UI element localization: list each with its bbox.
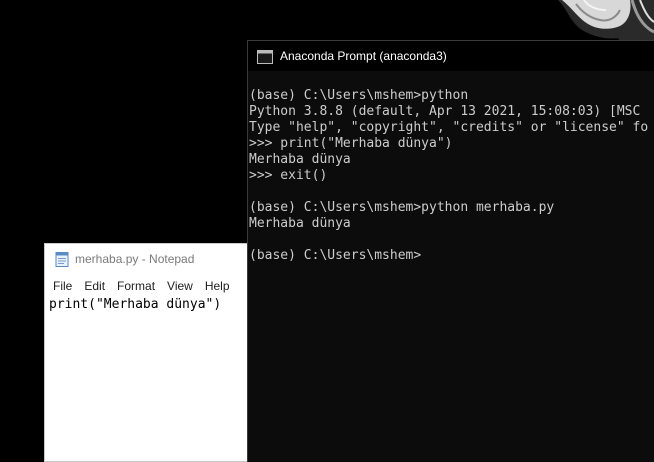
console-output[interactable]: (base) C:\Users\mshem>python Python 3.8.… <box>248 71 654 264</box>
wallpaper-art <box>558 0 654 42</box>
anaconda-prompt-window[interactable]: Anaconda Prompt (anaconda3) (base) C:\Us… <box>247 40 654 462</box>
menu-file[interactable]: File <box>47 279 78 293</box>
notepad-icon <box>55 251 69 267</box>
console-line: (base) C:\Users\mshem>python <box>249 88 469 103</box>
console-line: Merhaba dünya <box>249 216 351 231</box>
console-title: Anaconda Prompt (anaconda3) <box>280 49 447 63</box>
console-icon <box>257 49 273 64</box>
notepad-menubar: File Edit Format View Help <box>45 276 263 296</box>
menu-help[interactable]: Help <box>199 279 236 293</box>
menu-view[interactable]: View <box>161 279 199 293</box>
console-prompt-line[interactable]: (base) C:\Users\mshem> <box>249 248 654 264</box>
menu-edit[interactable]: Edit <box>78 279 111 293</box>
console-line: >>> exit() <box>249 168 328 183</box>
notepad-editor[interactable]: print("Merhaba dünya") <box>49 297 263 312</box>
console-titlebar[interactable]: Anaconda Prompt (anaconda3) <box>248 41 654 71</box>
console-line: Merhaba dünya <box>249 152 351 167</box>
console-line: Type "help", "copyright", "credits" or "… <box>249 120 649 135</box>
notepad-titlebar[interactable]: merhaba.py - Notepad <box>45 244 263 274</box>
console-line: Python 3.8.8 (default, Apr 13 2021, 15:0… <box>249 104 641 119</box>
notepad-title: merhaba.py - Notepad <box>75 252 195 266</box>
desktop: merhaba.py - Notepad File Edit Format Vi… <box>0 0 654 462</box>
menu-format[interactable]: Format <box>111 279 161 293</box>
console-line: >>> print("Merhaba dünya") <box>249 136 453 151</box>
notepad-window[interactable]: merhaba.py - Notepad File Edit Format Vi… <box>44 243 264 462</box>
console-line: (base) C:\Users\mshem>python merhaba.py <box>249 200 555 215</box>
